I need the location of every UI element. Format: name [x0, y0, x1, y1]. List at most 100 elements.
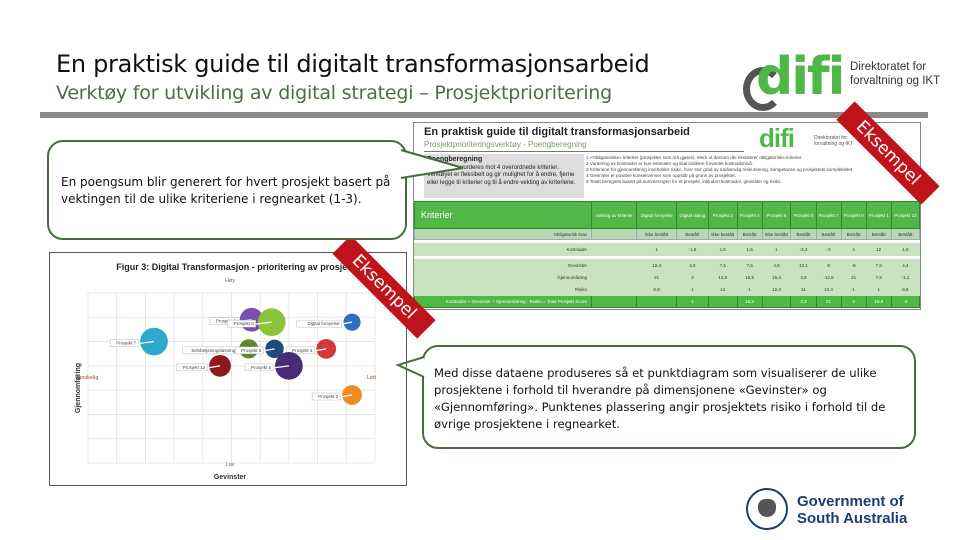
sheet-cell: 11	[790, 283, 817, 296]
callout-pointer-icon	[400, 149, 464, 179]
callout-top-text: En poengsum blir generert for hvert pros…	[61, 175, 391, 206]
sheet-cell: 16,5	[736, 271, 763, 284]
sa-gov-line1: Government of	[797, 493, 904, 510]
sa-government-logo: Government of South Australia	[742, 485, 932, 533]
sheet-column-header: Prosjekt 8	[840, 201, 867, 229]
sheet-note: 5 Totalt beregnes basert på summeringen …	[586, 179, 782, 184]
sheet-cell: 16,4	[761, 271, 792, 284]
sheet-notes: 1 «Obligatoriske» kriterier (prosjekter …	[586, 155, 906, 185]
callout-bottom-text: Med disse dataene produseres så et punkt…	[434, 366, 886, 431]
difi-logo-word: difi	[756, 47, 845, 107]
chart-top-label: Høy	[225, 278, 235, 284]
sheet-cell: 1,5	[890, 243, 920, 256]
sheet-cell: 1	[736, 283, 763, 296]
chart-bubble-label: Prosjekt 6	[234, 321, 255, 326]
sheet-cell: 21	[636, 271, 677, 284]
chart-bubble-label: Prosjekt 12	[183, 365, 206, 370]
bubble-chart: Figur 3: Digital Transformasjon - priori…	[75, 262, 377, 481]
sheet-row-label: Gjennomføring	[414, 271, 592, 284]
chart-title: Figur 3: Digital Transformasjon - priori…	[116, 262, 364, 272]
chart-bubble	[275, 351, 303, 380]
sa-seal-icon	[746, 488, 788, 530]
sheet-row: Risiko 6,8 1 12 1 12,4 11 12,4 1 1 8,6	[414, 283, 920, 296]
sa-government-text: Government of South Australia	[797, 493, 907, 527]
callout-chart-explanation: Med disse dataene produseres så et punkt…	[395, 345, 916, 449]
sheet-column-header: Digital fornyelse	[636, 201, 677, 229]
sheet-cell: 1	[761, 243, 792, 256]
slide-title: En praktisk guide til digitalt transform…	[56, 50, 650, 78]
sheet-cell	[590, 271, 638, 284]
sheet-column-header: Prosjekt 12	[890, 201, 920, 229]
sheet-difi-logo: difi	[759, 123, 795, 153]
sheet-cell: 7,8	[865, 271, 892, 284]
sheet-cell: -3,3	[790, 243, 817, 256]
sheet-row: Gevinster 12,4 4,8 7,5 7,5 4,8 13,1 9 -8 7,8 4,4	[414, 259, 920, 272]
chart-bubble-label: Digital fornyelse	[307, 321, 340, 326]
chart-bubble-label: Prosjekt 2	[318, 394, 339, 399]
sheet-column-header: Prosjekt 5	[790, 201, 817, 229]
sheet-cell: Bestått	[890, 228, 920, 240]
sheet-row-label: Kostnader	[414, 243, 592, 256]
bubble-chart-image: Figur 3: Digital Transformasjon - priori…	[49, 252, 407, 486]
sheet-total-cell: 1	[675, 295, 709, 308]
sheet-cell: 4,8	[675, 259, 709, 272]
sheet-cell: 1,5	[736, 243, 763, 256]
sheet-cell: Bestått	[736, 228, 763, 240]
sheet-cell: 1	[675, 283, 709, 296]
sheet-cell: 7,8	[865, 259, 892, 272]
sheet-row-label: Obligatorisk krav	[414, 228, 592, 240]
sheet-column-header: Prosjekt 2	[707, 201, 738, 229]
sheet-cell: -8	[840, 259, 867, 272]
sheet-cell: 1	[865, 283, 892, 296]
sheet-cell: 12	[707, 283, 738, 296]
chart-bottom-label: Lav	[226, 462, 235, 468]
sheet-cell: 12,4	[636, 259, 677, 272]
sheet-row: Kostnader 1 -1,8 1,5 1,5 1 -3,3 -3 4 12 1,5	[414, 243, 920, 256]
difi-logo-tagline: Direktoratet for forvaltning og IKT	[850, 60, 940, 88]
chart-right-label: Lett	[367, 375, 377, 381]
sheet-total-cell	[707, 295, 738, 308]
sheet-column-header: Digital dialog	[675, 201, 709, 229]
sheet-total-cell	[590, 295, 638, 308]
sheet-cell	[590, 259, 638, 272]
sheet-total-cell: 2,4	[790, 295, 817, 308]
sheet-total-cell: 3	[840, 295, 867, 308]
sheet-total-row: Kostnader + Gevinster + Gjennomføring - …	[414, 295, 920, 308]
sheet-cell: -12,6	[815, 271, 842, 284]
sheet-cell: 12	[865, 243, 892, 256]
sheet-row: Gjennomføring 21 3 13,8 16,5 16,4 4,8 -12,6 21 7,…	[414, 271, 920, 284]
sheet-cell: 9	[815, 259, 842, 272]
difi-tagline-line1: Direktoratet for	[850, 61, 927, 73]
title-divider	[40, 112, 732, 118]
sheet-cell: 6,8	[636, 283, 677, 296]
sheet-cell: 4	[840, 243, 867, 256]
chart-bubble-label: Prosjekt 8	[241, 348, 262, 353]
sheet-total-cell: -3	[890, 295, 920, 308]
sheet-column-header: Prosjekt 1	[865, 201, 892, 229]
sheet-cell: 1	[636, 243, 677, 256]
sa-gov-line2: South Australia	[797, 510, 908, 527]
sheet-cell: Ikke bestått	[707, 228, 738, 240]
chart-bubble-label: Prosjekt 5	[251, 365, 272, 370]
chart-bubble	[209, 354, 231, 377]
sheet-cell: 4,8	[790, 271, 817, 284]
sheet-divider	[424, 151, 744, 152]
sheet-cell: Bestått	[790, 228, 817, 240]
sheet-cell: -3	[815, 243, 842, 256]
difi-tagline-line2: forvaltning og IKT	[850, 75, 941, 87]
sheet-cell: Ikke bestått	[636, 228, 677, 240]
callout-score-explanation: En poengsum blir generert for hvert pros…	[47, 140, 464, 240]
sheet-subheader-row: Obligatorisk krav Ikke bestått Bestått Ikke…	[414, 228, 920, 240]
sheet-table: Kriterier Vekting av kriterier Digital for…	[414, 201, 920, 308]
sheet-cell: 8,6	[890, 283, 920, 296]
chart-bubble-label: Selvbetjeningsløsning	[191, 348, 235, 353]
sheet-total-cell	[636, 295, 677, 308]
callout-pointer-icon	[395, 356, 425, 378]
sheet-cell: 13,1	[790, 259, 817, 272]
sheet-difi-tagline: Direktoratet for forvaltning og IKT	[814, 135, 853, 147]
sheet-total-cell	[761, 295, 792, 308]
spreadsheet-example-image: En praktisk guide til digitalt transform…	[413, 122, 921, 310]
sheet-header-row: Kriterier Vekting av kriterier Digital for…	[414, 201, 920, 229]
sheet-cell: 1	[840, 283, 867, 296]
sheet-row-label: Risiko	[414, 283, 592, 296]
